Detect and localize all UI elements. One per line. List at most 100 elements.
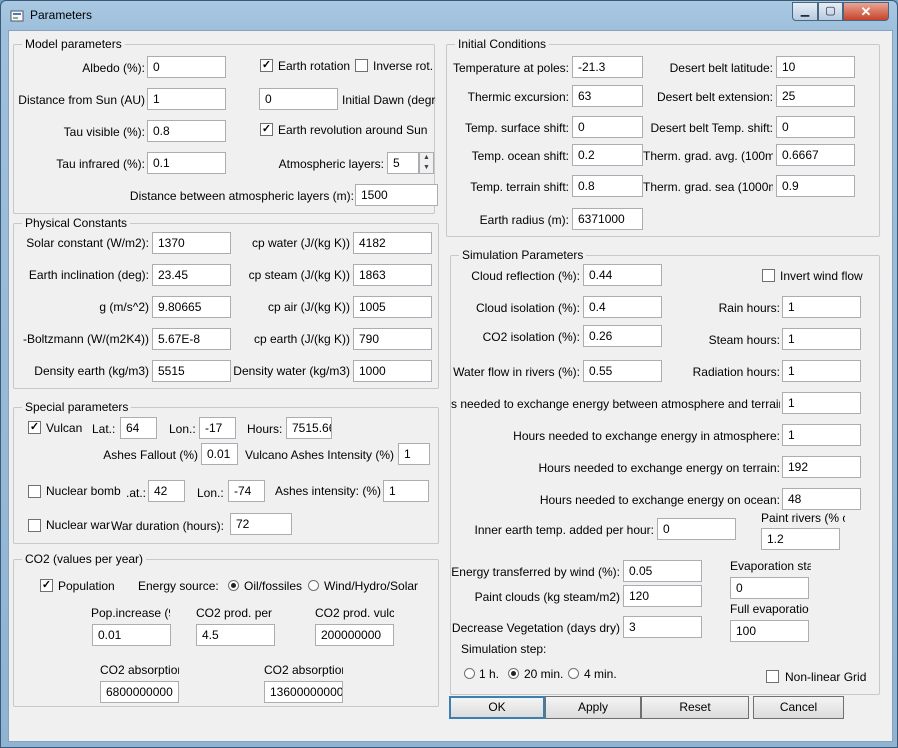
temp-terrain-shift-input[interactable]: 0.8 [572,175,643,197]
war-duration-input[interactable]: 72 [230,513,292,535]
earth-inclination-input[interactable]: 23.45 [152,264,231,286]
cp-air-label: cp air (J/(kg K)) [267,300,350,314]
stefan-boltzmann-input[interactable]: 5.67E-8 [152,328,231,350]
vulcan-hours-input[interactable]: 7515.66 [286,417,332,439]
cp-earth-input[interactable]: 790 [353,328,432,350]
paint-rivers-input[interactable]: 1.2 [761,528,840,550]
decrease-vegetation-input[interactable]: 3 [623,616,702,638]
temp-poles-input[interactable]: -21.3 [572,56,643,78]
hours-atmosphere-input[interactable]: 1 [782,424,861,446]
hours-ocean-input[interactable]: 48 [782,488,861,510]
cloud-reflection-input[interactable]: 0.44 [583,264,662,286]
layer-distance-input[interactable]: 1500 [355,184,438,206]
inverse-rotation-checkbox[interactable] [355,59,368,72]
paint-clouds-input[interactable]: 120 [623,585,702,607]
temp-surface-shift-label: Temp. surface shift: [464,121,569,135]
evaporation-start-label: Evaporation sta [730,559,811,573]
apply-button[interactable]: Apply [545,696,641,719]
earth-revolution-checkbox[interactable]: ✓ [260,123,273,136]
wind-hydro-solar-label: Wind/Hydro/Solar [324,579,419,593]
pop-increase-input[interactable]: 0.01 [92,624,171,646]
inner-earth-temp-input[interactable]: 0 [657,518,736,540]
co2-prod-vulc-input[interactable]: 200000000 [315,624,394,646]
cloud-isolation-input[interactable]: 0.4 [583,296,662,318]
distance-input[interactable]: 1 [147,88,226,110]
therm-grad-avg-label: Therm. grad. avg. (100m) [643,149,773,163]
wind-hydro-solar-radio[interactable] [308,580,319,591]
cp-steam-input[interactable]: 1863 [353,264,432,286]
solar-constant-input[interactable]: 1370 [152,232,231,254]
water-flow-input[interactable]: 0.55 [583,360,662,382]
ashes-fallout-input[interactable]: 0.01 [201,443,238,465]
tau-visible-input[interactable]: 0.8 [147,120,226,142]
wind-energy-input[interactable]: 0.05 [623,560,702,582]
density-water-input[interactable]: 1000 [353,360,432,382]
therm-grad-avg-input[interactable]: 0.6667 [776,144,855,166]
rain-hours-input[interactable]: 1 [782,296,861,318]
gravity-input[interactable]: 9.80665 [152,296,231,318]
energy-source-label: Energy source: [138,579,219,593]
hours-terrain-label: Hours needed to exchange energy on terra… [538,461,781,475]
model-parameters-group: Model parameters Albedo (%): 0 ✓ Earth r… [13,37,438,214]
oil-fossiles-radio[interactable] [228,580,239,591]
cloud-reflection-label: Cloud reflection (%): [471,269,580,283]
steam-hours-label: Steam hours: [708,333,780,347]
vulcan-lon-input[interactable]: -17 [199,417,236,439]
radiation-hours-input[interactable]: 1 [782,360,861,382]
step-1h-radio[interactable] [464,668,475,679]
nuclear-lat-input[interactable]: 42 [148,480,185,502]
desert-extension-input[interactable]: 25 [776,85,855,107]
cancel-button[interactable]: Cancel [753,696,844,719]
paint-rivers-label: Paint rivers (% c [761,511,845,525]
desert-temp-shift-input[interactable]: 0 [776,116,855,138]
density-earth-input[interactable]: 5515 [152,360,231,382]
non-linear-grid-checkbox[interactable] [766,670,779,683]
hours-ocean-label: Hours needed to exchange energy on ocean… [539,493,780,507]
vulcano-ashes-intensity-input[interactable]: 1 [398,443,430,465]
hours-terrain-input[interactable]: 192 [782,456,861,478]
temp-ocean-shift-input[interactable]: 0.2 [572,144,643,166]
earth-rotation-checkbox[interactable]: ✓ [260,59,273,72]
vulcan-checkbox[interactable]: ✓ [28,421,41,434]
population-checkbox[interactable]: ✓ [40,579,53,592]
co2-isolation-input[interactable]: 0.26 [583,325,662,347]
tau-infrared-input[interactable]: 0.1 [147,152,226,174]
maximize-button[interactable]: ▢ [818,2,843,21]
thermic-excursion-label: Thermic excursion: [467,90,569,104]
evaporation-start-input[interactable]: 0 [730,577,809,599]
title-bar[interactable]: Parameters ▁ ▢ ✕ [1,1,897,31]
close-button[interactable]: ✕ [843,2,889,21]
atmospheric-layers-spinner[interactable]: ▲ ▼ [419,152,434,174]
desert-latitude-input[interactable]: 10 [776,56,855,78]
co2-prod-per-label: CO2 prod. per l [196,606,275,620]
therm-grad-sea-input[interactable]: 0.9 [776,175,855,197]
nuclear-ashes-intensity-input[interactable]: 1 [383,480,429,502]
minimize-button[interactable]: ▁ [792,2,818,21]
vulcan-lat-input[interactable]: 64 [120,417,157,439]
hours-atm-terrain-input[interactable]: 1 [782,392,861,414]
albedo-input[interactable]: 0 [147,56,226,78]
reset-button[interactable]: Reset [641,696,749,719]
nuclear-lon-label: Lon.: [197,486,224,500]
ok-button[interactable]: OK [449,696,545,719]
steam-hours-input[interactable]: 1 [782,328,861,350]
nuclear-bomb-checkbox[interactable] [28,485,41,498]
temp-surface-shift-input[interactable]: 0 [572,116,643,138]
co2-prod-per-input[interactable]: 4.5 [196,624,275,646]
nuclear-war-checkbox[interactable] [28,519,41,532]
step-20min-radio[interactable] [508,668,519,679]
invert-wind-flow-checkbox[interactable] [762,269,775,282]
step-4min-radio[interactable] [568,668,579,679]
co2-absorption-2-input[interactable]: 13600000000 [264,681,343,703]
step-20min-label: 20 min. [524,667,564,681]
thermic-excursion-input[interactable]: 63 [572,85,643,107]
full-evaporation-input[interactable]: 100 [730,620,809,642]
cp-air-input[interactable]: 1005 [353,296,432,318]
cp-water-input[interactable]: 4182 [353,232,432,254]
earth-radius-input[interactable]: 6371000 [572,208,643,230]
initial-dawn-input[interactable]: 0 [259,88,338,110]
nuclear-lon-input[interactable]: -74 [228,480,265,502]
atmospheric-layers-input[interactable]: 5 [387,152,419,174]
co2-absorption-1-input[interactable]: 6800000000 [100,681,179,703]
nuclear-ashes-intensity-label: Ashes intensity: (%) [274,484,381,498]
